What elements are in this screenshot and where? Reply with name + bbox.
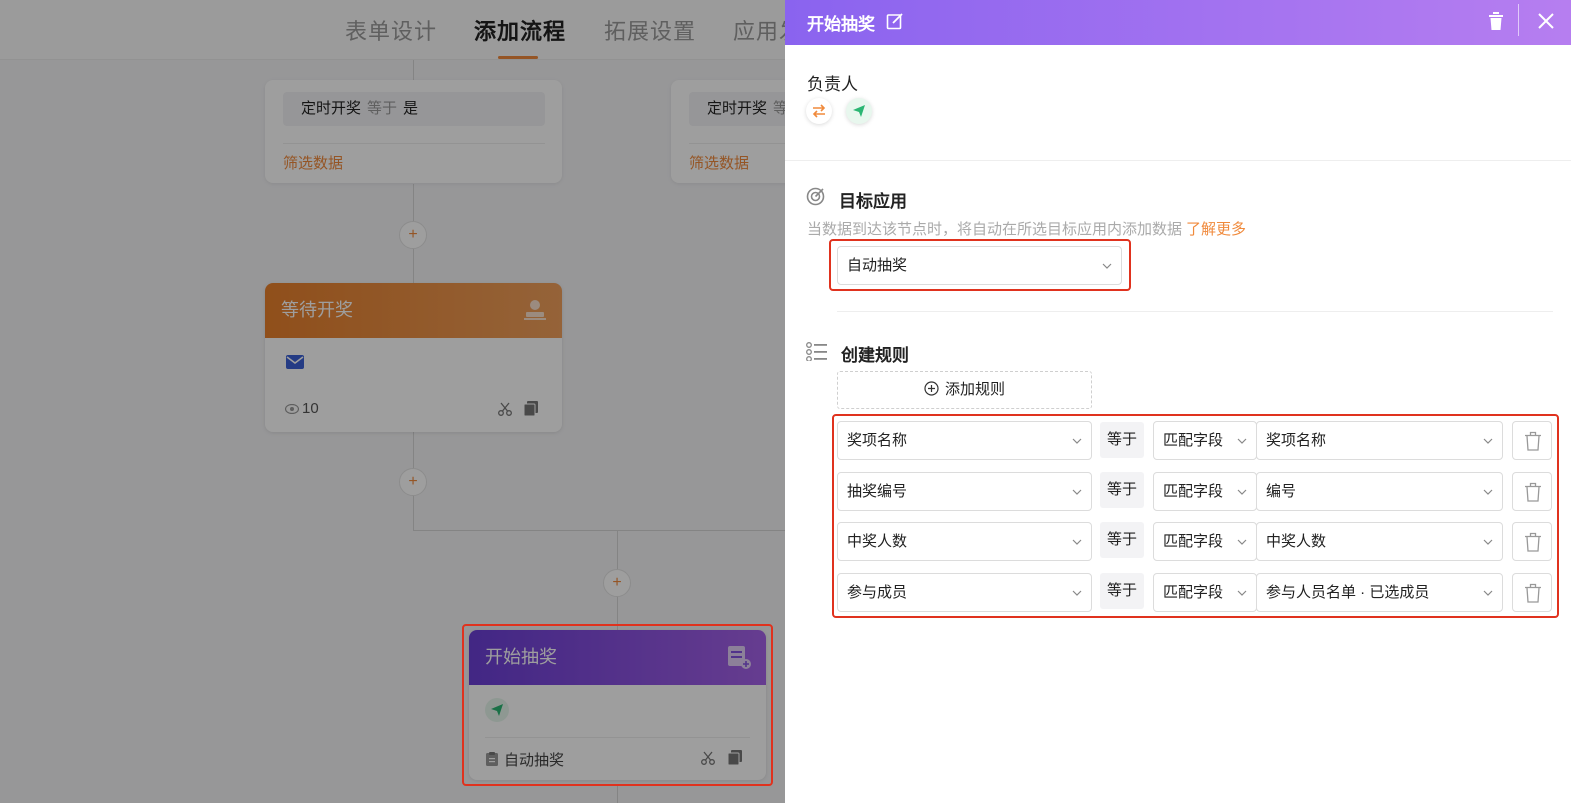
create-rules-title: 创建规则 — [841, 346, 909, 365]
delete-node-icon[interactable] — [1487, 11, 1505, 31]
highlight-box — [829, 239, 1131, 291]
panel-title: 开始抽奖 — [807, 15, 875, 34]
owner-section-title: 负责人 — [807, 75, 858, 94]
header-divider — [1518, 4, 1519, 36]
add-rule-button[interactable]: 添加规则 — [837, 371, 1092, 409]
list-icon — [806, 342, 827, 361]
learn-more-link[interactable]: 了解更多 — [1186, 221, 1246, 238]
target-icon — [806, 187, 825, 206]
section-divider — [785, 160, 1571, 161]
highlight-box — [832, 414, 1559, 618]
plus-circle-icon — [924, 381, 939, 396]
edit-icon[interactable] — [886, 12, 904, 30]
section-divider — [837, 311, 1553, 312]
close-icon[interactable] — [1536, 11, 1556, 31]
target-app-title: 目标应用 — [839, 192, 907, 211]
target-desc-text: 当数据到达该节点时，将自动在所选目标应用内添加数据 — [807, 221, 1183, 238]
transfer-button[interactable] — [806, 98, 832, 124]
highlight-box — [462, 624, 773, 786]
node-config-panel: 开始抽奖 负责人 目标应用 当数据到达该节点时，将自动在所选目标应用内添加数据了… — [785, 0, 1571, 803]
target-app-description: 当数据到达该节点时，将自动在所选目标应用内添加数据 了解更多 — [807, 218, 1246, 239]
add-rule-label: 添加规则 — [944, 381, 1005, 398]
swap-icon — [812, 104, 826, 118]
panel-header: 开始抽奖 — [785, 0, 1571, 45]
send-icon — [853, 105, 865, 117]
send-button[interactable] — [846, 98, 872, 124]
